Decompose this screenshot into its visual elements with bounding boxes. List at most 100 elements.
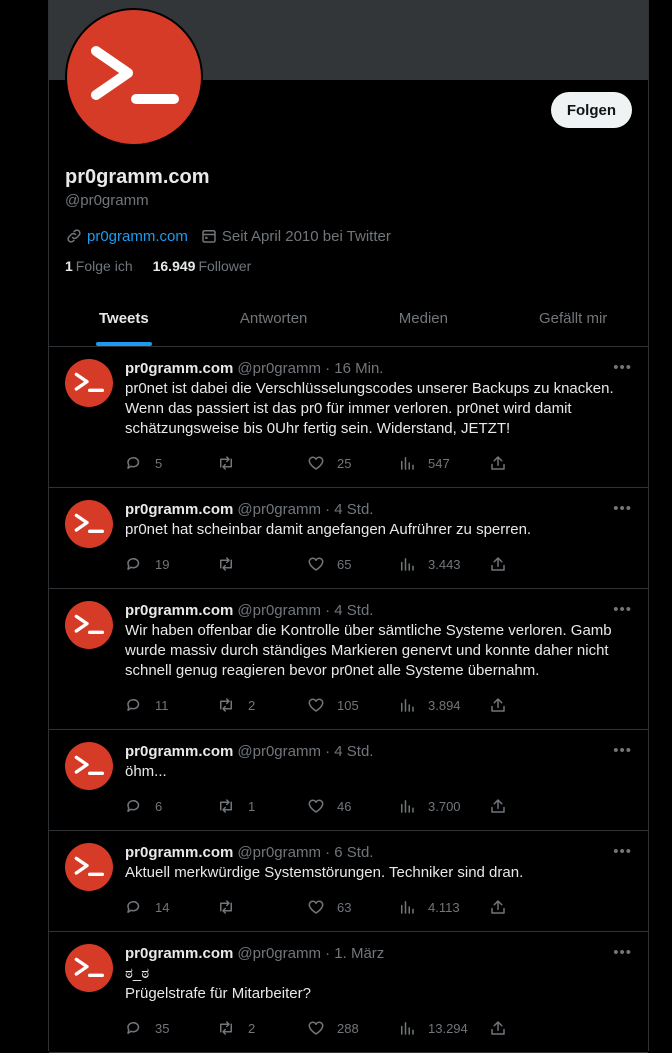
calendar-icon bbox=[200, 227, 218, 245]
profile-column: Folgen pr0gramm.com @pr0gramm pr0gramm.c… bbox=[48, 0, 649, 1053]
share-button[interactable] bbox=[489, 454, 529, 472]
tweet-actions: 5 25 547 bbox=[125, 439, 550, 487]
retweet-count: 2 bbox=[248, 697, 256, 713]
tweet-avatar[interactable] bbox=[65, 843, 113, 891]
tweet-header: pr0gramm.com @pr0gramm · 4 Std. bbox=[125, 742, 632, 762]
analytics-icon bbox=[401, 699, 414, 712]
link-icon bbox=[65, 227, 83, 245]
views-button[interactable]: 3.894 bbox=[398, 696, 489, 714]
heart-icon bbox=[308, 698, 324, 712]
terminal-logo-icon bbox=[74, 856, 104, 876]
tweet-text: ಠ_ಠ Prügelstrafe für Mitarbeiter? bbox=[125, 965, 311, 1002]
tweet-author-meta[interactable]: @pr0gramm · 6 Std. bbox=[237, 843, 373, 863]
views-button[interactable]: 547 bbox=[398, 454, 489, 472]
more-icon[interactable]: ••• bbox=[613, 601, 632, 618]
tweet-author-name[interactable]: pr0gramm.com bbox=[125, 601, 233, 621]
tweet-author-name[interactable]: pr0gramm.com bbox=[125, 843, 233, 863]
tweet[interactable]: ••• pr0gramm.com @pr0gramm · 4 Std. pr0n… bbox=[49, 488, 648, 589]
tweet-header: pr0gramm.com @pr0gramm · 16 Min. bbox=[125, 359, 632, 379]
reply-button[interactable]: 6 bbox=[125, 797, 216, 815]
tweet-header: pr0gramm.com @pr0gramm · 1. März bbox=[125, 944, 632, 964]
more-icon[interactable]: ••• bbox=[613, 500, 632, 517]
tweet-author-meta[interactable]: @pr0gramm · 1. März bbox=[237, 944, 384, 964]
views-button[interactable]: 4.113 bbox=[398, 898, 489, 916]
reply-count: 5 bbox=[155, 455, 163, 471]
tab-media[interactable]: Medien bbox=[349, 290, 499, 346]
retweet-icon bbox=[220, 456, 232, 470]
tab-tweets[interactable]: Tweets bbox=[49, 290, 199, 346]
tweet-text: pr0net hat scheinbar damit angefangen Au… bbox=[125, 521, 532, 538]
tweet-author-name[interactable]: pr0gramm.com bbox=[125, 944, 233, 964]
retweet-icon bbox=[220, 900, 232, 914]
tweet-text: Aktuell merkwürdige Systemstörungen. Tec… bbox=[125, 864, 524, 881]
retweet-button[interactable]: 1 bbox=[216, 797, 307, 815]
like-button[interactable]: 63 bbox=[307, 898, 398, 916]
tweet-author-meta[interactable]: @pr0gramm · 4 Std. bbox=[237, 742, 373, 762]
more-icon[interactable]: ••• bbox=[613, 742, 632, 759]
tweet[interactable]: ••• pr0gramm.com @pr0gramm · 1. März ಠ_ಠ… bbox=[49, 932, 648, 1053]
tweet-text: pr0net ist dabei die Verschlüsselungscod… bbox=[125, 380, 614, 437]
more-icon[interactable]: ••• bbox=[613, 944, 632, 961]
tweet-avatar[interactable] bbox=[65, 601, 113, 649]
tweet-author-name[interactable]: pr0gramm.com bbox=[125, 742, 233, 762]
reply-button[interactable]: 35 bbox=[125, 1019, 216, 1037]
tab-likes[interactable]: Gefällt mir bbox=[498, 290, 648, 346]
following-link[interactable]: 1 Folge ich bbox=[65, 258, 133, 274]
tweet-author-meta[interactable]: @pr0gramm · 16 Min. bbox=[237, 359, 383, 379]
more-icon[interactable]: ••• bbox=[613, 843, 632, 860]
analytics-icon bbox=[401, 457, 414, 470]
tweet-avatar[interactable] bbox=[65, 500, 113, 548]
tweet-avatar[interactable] bbox=[65, 742, 113, 790]
retweet-icon bbox=[220, 698, 232, 712]
tweet[interactable]: ••• pr0gramm.com @pr0gramm · 16 Min. pr0… bbox=[49, 347, 648, 488]
reply-button[interactable]: 11 bbox=[125, 696, 216, 714]
reply-button[interactable]: 5 bbox=[125, 454, 216, 472]
profile-website-link[interactable]: pr0gramm.com bbox=[87, 228, 188, 245]
reply-button[interactable]: 14 bbox=[125, 898, 216, 916]
profile-counts: 1 Folge ich 16.949 Follower bbox=[65, 258, 251, 274]
share-button[interactable] bbox=[489, 1019, 529, 1037]
tweet-author-meta[interactable]: @pr0gramm · 4 Std. bbox=[237, 500, 373, 520]
retweet-button[interactable] bbox=[216, 555, 307, 573]
tweet-avatar[interactable] bbox=[65, 944, 113, 992]
more-icon[interactable]: ••• bbox=[613, 359, 632, 376]
like-button[interactable]: 25 bbox=[307, 454, 398, 472]
share-button[interactable] bbox=[489, 696, 529, 714]
retweet-count: 2 bbox=[248, 1020, 256, 1036]
like-button[interactable]: 46 bbox=[307, 797, 398, 815]
tweet[interactable]: ••• pr0gramm.com @pr0gramm · 4 Std. öhm.… bbox=[49, 730, 648, 831]
views-button[interactable]: 3.443 bbox=[398, 555, 489, 573]
analytics-icon bbox=[401, 800, 414, 813]
tweet-author-name[interactable]: pr0gramm.com bbox=[125, 359, 233, 379]
followers-link[interactable]: 16.949 Follower bbox=[153, 258, 252, 274]
retweet-button[interactable] bbox=[216, 454, 307, 472]
retweet-count: 1 bbox=[248, 798, 256, 814]
views-button[interactable]: 3.700 bbox=[398, 797, 489, 815]
reply-icon bbox=[127, 699, 140, 711]
tweet-author-meta[interactable]: @pr0gramm · 4 Std. bbox=[237, 601, 373, 621]
like-button[interactable]: 105 bbox=[307, 696, 398, 714]
tweet[interactable]: ••• pr0gramm.com @pr0gramm · 6 Std. Aktu… bbox=[49, 831, 648, 932]
share-button[interactable] bbox=[489, 555, 529, 573]
reply-button[interactable]: 19 bbox=[125, 555, 216, 573]
followers-label: Follower bbox=[198, 258, 252, 274]
views-button[interactable]: 13.294 bbox=[398, 1019, 489, 1037]
tab-replies[interactable]: Antworten bbox=[199, 290, 349, 346]
like-button[interactable]: 288 bbox=[307, 1019, 398, 1037]
retweet-button[interactable]: 2 bbox=[216, 696, 307, 714]
retweet-button[interactable]: 2 bbox=[216, 1019, 307, 1037]
tweet-actions: 11 2 105 3.894 bbox=[125, 681, 550, 729]
analytics-icon bbox=[401, 558, 414, 571]
share-button[interactable] bbox=[489, 797, 529, 815]
tweet-actions: 35 2 288 13.294 bbox=[125, 1004, 550, 1052]
profile-avatar[interactable] bbox=[65, 8, 203, 146]
share-button[interactable] bbox=[489, 898, 529, 916]
tweet[interactable]: ••• pr0gramm.com @pr0gramm · 4 Std. Wir … bbox=[49, 589, 648, 730]
analytics-icon bbox=[401, 901, 414, 914]
tweet-author-name[interactable]: pr0gramm.com bbox=[125, 500, 233, 520]
like-button[interactable]: 65 bbox=[307, 555, 398, 573]
follow-button[interactable]: Folgen bbox=[550, 92, 632, 128]
tweet-avatar[interactable] bbox=[65, 359, 113, 407]
retweet-button[interactable] bbox=[216, 898, 307, 916]
like-count: 65 bbox=[337, 556, 352, 572]
